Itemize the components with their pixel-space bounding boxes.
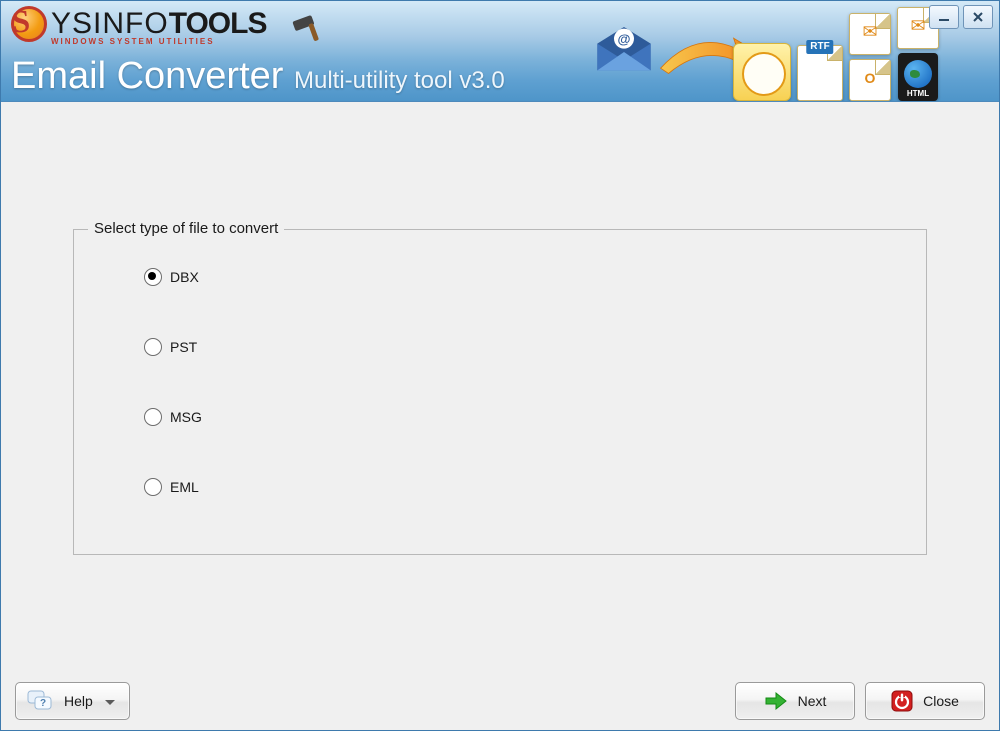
eml-file-icon: ✉ <box>849 13 891 55</box>
radio-dbx[interactable]: DBX <box>144 266 926 288</box>
header-format-icons: RTF ✉ O ✉ HTML <box>733 7 939 101</box>
radio-indicator-icon <box>144 478 162 496</box>
radio-label: PST <box>170 340 197 354</box>
help-button[interactable]: ? Help <box>15 682 130 720</box>
email-envelope-icon: @ <box>589 27 659 77</box>
radio-msg[interactable]: MSG <box>144 406 926 428</box>
next-button-label: Next <box>798 694 827 708</box>
product-subtitle: Multi-utility tool v3.0 <box>294 67 505 94</box>
help-button-label: Help <box>64 694 93 708</box>
radio-label: EML <box>170 480 199 494</box>
next-arrow-icon <box>764 691 788 711</box>
help-icon: ? <box>26 688 54 714</box>
app-window: S YSINFOTOOLS WINDOWS SYSTEM UTILITIES E… <box>0 0 1000 731</box>
product-title: Email Converter Multi-utility tool v3.0 <box>11 57 505 95</box>
footer-bar: ? Help Next <box>1 671 999 730</box>
radio-indicator-icon <box>144 338 162 356</box>
brand-logo-icon: S <box>11 6 47 42</box>
brand-name: YSINFOTOOLS <box>51 9 266 39</box>
brand-tagline: WINDOWS SYSTEM UTILITIES <box>51 38 215 46</box>
outlook-clock-icon <box>733 43 791 101</box>
close-icon <box>971 11 985 23</box>
svg-text:?: ? <box>40 698 46 709</box>
radio-label: DBX <box>170 270 199 284</box>
radio-indicator-icon <box>144 408 162 426</box>
html-file-icon: HTML <box>898 53 938 101</box>
rtf-file-icon: RTF <box>797 45 843 101</box>
close-button-label: Close <box>923 694 959 708</box>
radio-indicator-icon <box>144 268 162 286</box>
file-type-group: Select type of file to convert DBX PST MSG… <box>73 220 927 555</box>
radio-pst[interactable]: PST <box>144 336 926 358</box>
pst-file-icon: O <box>849 59 891 101</box>
window-close-button[interactable] <box>963 5 993 29</box>
next-button[interactable]: Next <box>735 682 855 720</box>
radio-eml[interactable]: EML <box>144 476 926 498</box>
close-button[interactable]: Close <box>865 682 985 720</box>
radio-label: MSG <box>170 410 202 424</box>
hammer-icon <box>287 3 340 50</box>
minimize-icon <box>937 11 951 23</box>
window-minimize-button[interactable] <box>929 5 959 29</box>
svg-text:@: @ <box>618 32 631 47</box>
wizard-page: Select type of file to convert DBX PST MSG… <box>1 102 999 671</box>
header-banner: S YSINFOTOOLS WINDOWS SYSTEM UTILITIES E… <box>1 1 999 102</box>
power-icon <box>891 690 913 712</box>
window-caption-buttons <box>929 5 993 29</box>
file-type-legend: Select type of file to convert <box>88 220 284 238</box>
chevron-down-icon <box>105 694 115 708</box>
